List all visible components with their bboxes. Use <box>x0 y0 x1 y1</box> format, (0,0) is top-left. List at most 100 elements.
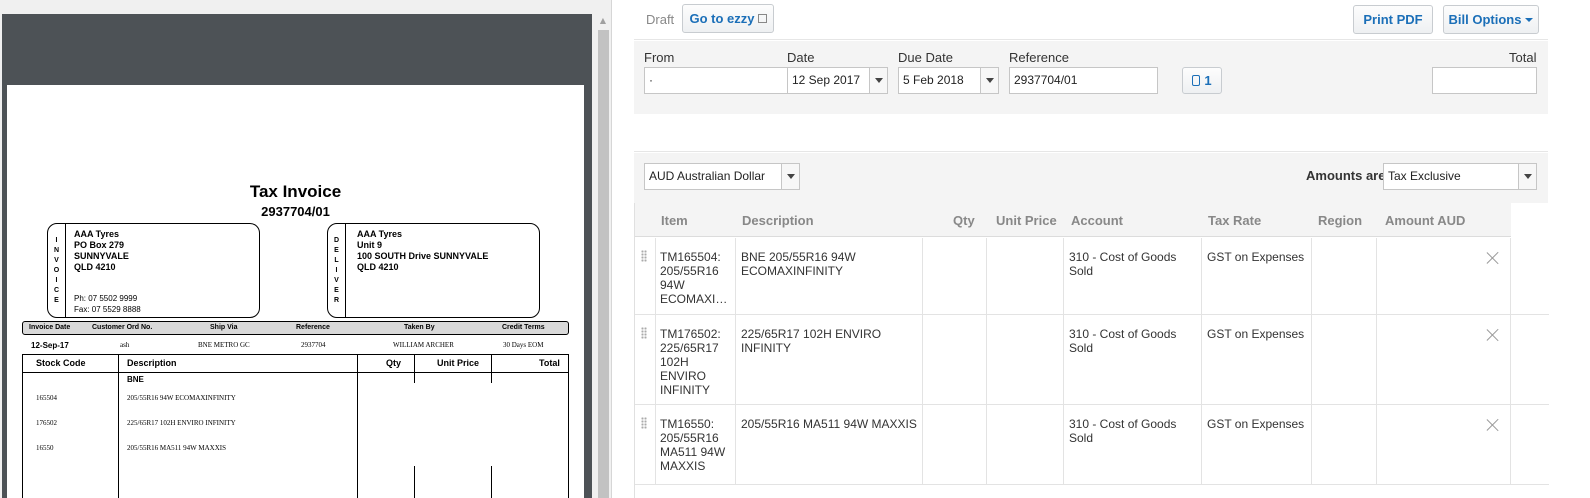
qty-cell[interactable] <box>923 405 987 484</box>
unit-price-cell[interactable] <box>987 315 1064 404</box>
due-date-input[interactable]: 5 Feb 2018 <box>898 67 999 94</box>
invoice-line-desc: 205/55R16 MA511 94W MAXXIS <box>127 444 226 452</box>
col-unit-price[interactable]: Unit Price <box>996 213 1057 228</box>
due-date-dropdown-icon[interactable] <box>980 68 998 93</box>
go-to-ezzy-button[interactable]: Go to ezzy <box>682 4 774 33</box>
total-input[interactable] <box>1432 67 1537 94</box>
deliver-side-label: D E L I V E R <box>328 224 346 317</box>
due-date-label: Due Date <box>898 50 953 65</box>
app-root: Tax Invoice 2937704/01 I N V O I C E AAA… <box>0 0 1590 498</box>
region-cell[interactable] <box>1312 315 1377 404</box>
invoice-line-desc: 225/65R17 102H ENVIRO INFINITY <box>127 419 236 427</box>
reference-input[interactable]: 2937704/01 <box>1009 67 1158 94</box>
reference-label: Reference <box>1009 50 1069 65</box>
scroll-up-arrow-icon[interactable]: ▲ <box>596 14 610 28</box>
caret-down-icon <box>1525 18 1534 22</box>
amounts-are-label: Amounts are <box>1306 168 1386 183</box>
drag-handle-icon[interactable] <box>641 327 647 339</box>
deliver-address-box: D E L I V E R AAA Tyres Unit 9 100 SOUTH… <box>327 223 540 318</box>
col-account[interactable]: Account <box>1071 213 1123 228</box>
invoice-line-code: 16550 <box>36 444 54 452</box>
currency-select[interactable]: AUD Australian Dollar <box>644 163 800 190</box>
invoice-line-code: 176502 <box>36 419 57 427</box>
invoice-address-box: I N V O I C E AAA Tyres PO Box 279 SUNNY… <box>47 223 260 318</box>
tax-rate-cell[interactable]: GST on Expenses <box>1202 405 1312 484</box>
item-cell[interactable]: TM16550: 205/55R16 MA511 94W MAXXIS <box>655 405 736 484</box>
date-input[interactable]: 12 Sep 2017 <box>787 67 888 94</box>
amount-cell[interactable] <box>1377 238 1511 314</box>
from-label: From <box>644 50 675 65</box>
invoice-number: 2937704/01 <box>261 204 330 219</box>
table-row[interactable]: TM176502: 225/65R17 102H ENVIRO INFINITY… <box>635 315 1549 405</box>
status-label: Draft <box>646 12 675 27</box>
delete-row-icon[interactable] <box>1486 418 1500 432</box>
col-region[interactable]: Region <box>1318 213 1362 228</box>
document-viewer[interactable]: Tax Invoice 2937704/01 I N V O I C E AAA… <box>0 0 612 498</box>
viewer-canvas: Tax Invoice 2937704/01 I N V O I C E AAA… <box>2 14 592 498</box>
meta-taken-by: WILLIAM ARCHER <box>393 341 454 349</box>
meta-customer-order: ash <box>120 341 130 349</box>
unit-price-cell[interactable] <box>987 238 1064 314</box>
description-cell[interactable]: BNE 205/55R16 94W ECOMAXINFINITY <box>736 238 923 314</box>
invoice-line-group: BNE <box>127 375 144 384</box>
bill-options-button[interactable]: Bill Options <box>1443 5 1539 34</box>
currency-dropdown-icon[interactable] <box>781 164 799 189</box>
account-cell[interactable]: 310 - Cost of Goods Sold <box>1064 238 1202 314</box>
phone-number: Ph: 07 5502 9999 <box>74 294 138 303</box>
drag-handle-icon[interactable] <box>641 417 647 429</box>
region-cell[interactable] <box>1312 405 1377 484</box>
total-label: Total <box>1509 50 1537 65</box>
table-row[interactable]: TM16550: 205/55R16 MA511 94W MAXXIS 205/… <box>635 405 1549 485</box>
fax-number: Fax: 07 5529 8888 <box>74 305 141 314</box>
invoice-line-desc: 205/55R16 94W ECOMAXINFINITY <box>127 394 236 402</box>
scroll-thumb[interactable] <box>598 30 609 498</box>
form-spacer <box>634 114 1548 152</box>
meta-reference: 2937704 <box>301 341 326 349</box>
invoice-side-label: I N V O I C E <box>48 224 66 317</box>
delete-row-icon[interactable] <box>1486 251 1500 265</box>
tax-rate-cell[interactable]: GST on Expenses <box>1202 315 1312 404</box>
invoice-meta-header: Invoice Date Customer Ord No. Ship Via R… <box>22 321 569 335</box>
invoice-page: Tax Invoice 2937704/01 I N V O I C E AAA… <box>7 85 584 498</box>
date-dropdown-icon[interactable] <box>869 68 887 93</box>
account-cell[interactable]: 310 - Cost of Goods Sold <box>1064 405 1202 484</box>
meta-invoice-date: 12-Sep-17 <box>31 341 69 350</box>
tax-rate-cell[interactable]: GST on Expenses <box>1202 238 1312 314</box>
editor-toolbar: Draft Go to ezzy Print PDF Bill Options <box>634 0 1548 40</box>
from-input[interactable]: · <box>644 67 788 94</box>
account-cell[interactable]: 310 - Cost of Goods Sold <box>1064 315 1202 404</box>
meta-ship-via: BNE METRO GC <box>198 341 250 349</box>
line-items-grid: Item Description Qty Unit Price Account … <box>634 203 1549 498</box>
col-amount[interactable]: Amount AUD <box>1385 213 1465 228</box>
bill-header-form: From · Date 12 Sep 2017 Due Date 5 Feb 2… <box>634 41 1548 114</box>
qty-cell[interactable] <box>923 315 987 404</box>
description-cell[interactable]: 205/55R16 MA511 94W MAXXIS <box>736 405 923 484</box>
date-label: Date <box>787 50 815 65</box>
item-cell[interactable]: TM176502: 225/65R17 102H ENVIRO INFINITY <box>655 315 736 404</box>
line-items-header: Item Description Qty Unit Price Account … <box>635 203 1511 237</box>
bill-editor: Draft Go to ezzy Print PDF Bill Options … <box>634 0 1549 498</box>
tax-mode-select[interactable]: Tax Exclusive <box>1383 163 1537 190</box>
description-cell[interactable]: 225/65R17 102H ENVIRO INFINITY <box>736 315 923 404</box>
currency-row: AUD Australian Dollar Amounts are Tax Ex… <box>634 153 1548 203</box>
unit-price-cell[interactable] <box>987 405 1064 484</box>
delete-row-icon[interactable] <box>1486 328 1500 342</box>
item-cell[interactable]: TM165504: 205/55R16 94W ECOMAXI… <box>655 238 736 314</box>
attachments-button[interactable]: 1 <box>1182 67 1222 94</box>
deliver-address: AAA Tyres Unit 9 100 SOUTH Drive SUNNYVA… <box>357 229 489 272</box>
col-item[interactable]: Item <box>661 213 688 228</box>
region-cell[interactable] <box>1312 238 1377 314</box>
table-row[interactable]: TM165504: 205/55R16 94W ECOMAXI… BNE 205… <box>635 238 1549 315</box>
viewer-scrollbar[interactable]: ▲ <box>596 14 610 498</box>
invoice-address: AAA Tyres PO Box 279 SUNNYVALE QLD 4210 <box>74 229 129 272</box>
invoice-lines-table: Stock Code Description Qty Unit Price To… <box>22 354 569 498</box>
meta-credit-terms: 30 Days EOM <box>503 341 544 349</box>
print-pdf-button[interactable]: Print PDF <box>1353 5 1433 34</box>
invoice-title: Tax Invoice <box>249 182 342 201</box>
col-description[interactable]: Description <box>742 213 814 228</box>
tax-mode-dropdown-icon[interactable] <box>1518 164 1536 189</box>
qty-cell[interactable] <box>923 238 987 314</box>
col-tax-rate[interactable]: Tax Rate <box>1208 213 1261 228</box>
col-qty[interactable]: Qty <box>953 213 975 228</box>
amount-cell[interactable] <box>1377 405 1511 484</box>
